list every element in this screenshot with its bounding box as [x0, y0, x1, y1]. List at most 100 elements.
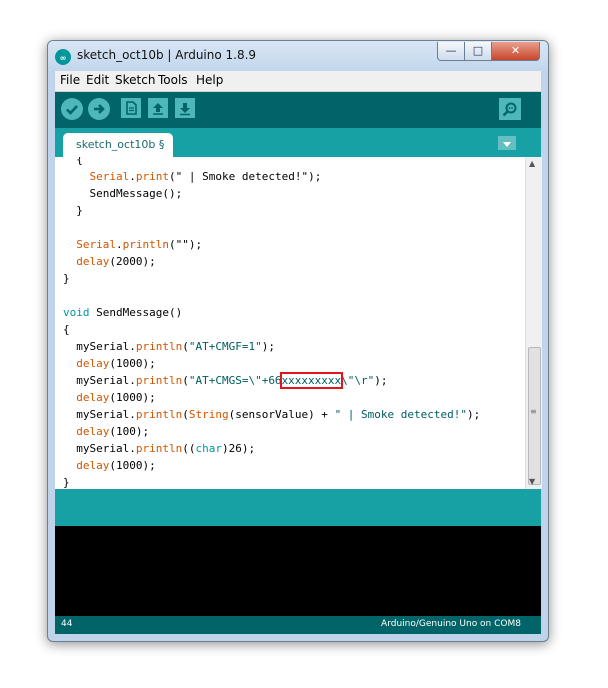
code-token: { [63, 157, 83, 166]
title-bar[interactable]: ∞ sketch_oct10b | Arduino 1.8.9 — □ ✕ [48, 41, 548, 71]
window-title: sketch_oct10b | Arduino 1.8.9 [77, 48, 257, 62]
code-token: ( [182, 340, 189, 353]
code-line[interactable]: delay(1000); [63, 389, 155, 406]
close-button[interactable]: ✕ [491, 42, 540, 61]
code-token: )26); [221, 442, 256, 455]
toolbar [55, 92, 541, 128]
code-token: mySerial. [63, 442, 136, 455]
code-line[interactable]: Serial.print(" | Smoke detected!"); [63, 168, 322, 185]
console-output [55, 526, 541, 616]
ide-content: File Edit Sketch Tools Help sketch_oct10… [55, 71, 542, 634]
code-line[interactable]: { [63, 321, 70, 338]
code-token: char [195, 442, 222, 455]
code-line[interactable]: delay(1000); [63, 355, 156, 372]
code-token: \"\r" [341, 374, 375, 387]
arrow-right-icon [94, 104, 105, 114]
code-token: void [63, 306, 90, 319]
scroll-up-arrow-icon[interactable]: ▲ [529, 159, 535, 168]
upload-button[interactable] [88, 98, 110, 120]
code-token: println [135, 374, 183, 387]
code-token: SendMessage() [89, 306, 183, 319]
tab-menu-button[interactable] [498, 136, 516, 150]
code-token: } [63, 476, 70, 489]
code-token: delay [76, 391, 110, 404]
serial-monitor-button[interactable] [499, 98, 521, 120]
code-token: delay [76, 357, 110, 370]
code-token: (1000); [109, 357, 156, 370]
line-number: 44 [61, 619, 73, 629]
arrow-down-icon [180, 103, 190, 116]
code-line[interactable]: Serial.println(""); [63, 236, 202, 253]
code-line[interactable]: SendMessage(); [63, 185, 182, 202]
code-line[interactable]: void SendMessage() [63, 304, 182, 321]
verify-button[interactable] [61, 98, 83, 120]
menu-bar: File Edit Sketch Tools Help [55, 71, 541, 92]
code-token: (( [182, 442, 196, 455]
arduino-ide-window: ∞ sketch_oct10b | Arduino 1.8.9 — □ ✕ Fi… [47, 40, 549, 642]
code-line[interactable]: delay(2000); [63, 253, 156, 270]
code-token: println [135, 442, 183, 455]
maximize-button[interactable]: □ [464, 42, 492, 61]
code-token: " | Smoke detected!" [334, 408, 468, 421]
svg-text:∞: ∞ [60, 54, 67, 63]
code-token: } [63, 204, 83, 217]
code-line[interactable]: mySerial.println("AT+CMGF=1"); [63, 338, 275, 355]
arduino-logo-icon: ∞ [55, 49, 71, 65]
maximize-icon: □ [472, 44, 484, 57]
code-token: "AT+CMGS=\"+66 [188, 374, 282, 387]
tab-sketch[interactable]: sketch_oct10b § [63, 133, 173, 157]
status-bar [55, 489, 541, 526]
menu-sketch[interactable]: Sketch [115, 73, 155, 87]
code-line[interactable]: mySerial.println((char)26); [63, 440, 255, 457]
code-token: ); [374, 374, 388, 387]
code-token: Serial [89, 170, 130, 183]
minimize-button[interactable]: — [437, 42, 465, 61]
code-token: (100); [109, 425, 150, 438]
code-token: "AT+CMGF=1" [188, 340, 262, 353]
code-area[interactable]: { Serial.print(" | Smoke detected!"); Se… [63, 157, 518, 489]
code-line[interactable]: } [63, 202, 83, 219]
code-line[interactable]: } [63, 270, 70, 287]
code-token: mySerial. [63, 340, 136, 353]
code-line[interactable]: mySerial.println(String(sensorValue) + "… [63, 406, 480, 423]
code-token: String [188, 408, 229, 421]
code-line[interactable]: { [63, 157, 83, 168]
code-token: . [116, 238, 123, 251]
check-icon [66, 105, 78, 115]
code-token: . [129, 170, 136, 183]
menu-tools[interactable]: Tools [158, 73, 188, 87]
code-token: println [122, 238, 169, 251]
magnifier-icon [502, 102, 517, 117]
code-token: ); [467, 408, 481, 421]
code-token: (2000); [109, 255, 156, 268]
new-sketch-button[interactable] [121, 98, 141, 118]
menu-file[interactable]: File [60, 73, 80, 87]
code-token: ( [182, 374, 189, 387]
code-token: (sensorValue) + [228, 408, 335, 421]
scrollbar-thumb[interactable] [528, 347, 541, 485]
menu-edit[interactable]: Edit [86, 73, 109, 87]
vertical-scrollbar[interactable]: ▲ ≡ ▼ [525, 157, 542, 489]
code-line[interactable]: mySerial.println("AT+CMGS=\"+66xxxxxxxxx… [63, 372, 388, 389]
code-editor[interactable]: { Serial.print(" | Smoke detected!"); Se… [55, 157, 542, 489]
code-token: print [135, 170, 169, 183]
code-line[interactable]: delay(100); [63, 423, 149, 440]
open-sketch-button[interactable] [148, 98, 168, 118]
tab-bar: sketch_oct10b § [55, 128, 541, 157]
minimize-icon: — [445, 44, 457, 57]
close-icon: ✕ [510, 44, 521, 57]
code-token: (""); [168, 238, 203, 251]
save-sketch-button[interactable] [175, 98, 195, 118]
code-token: { [63, 323, 70, 336]
code-line[interactable]: delay(1000); [63, 457, 155, 474]
code-token: SendMessage(); [63, 187, 183, 200]
scroll-down-arrow-icon[interactable]: ▼ [529, 477, 535, 486]
code-token: delay [76, 255, 110, 268]
code-token: println [135, 340, 183, 353]
code-line[interactable]: } [63, 474, 70, 489]
menu-help[interactable]: Help [196, 73, 223, 87]
